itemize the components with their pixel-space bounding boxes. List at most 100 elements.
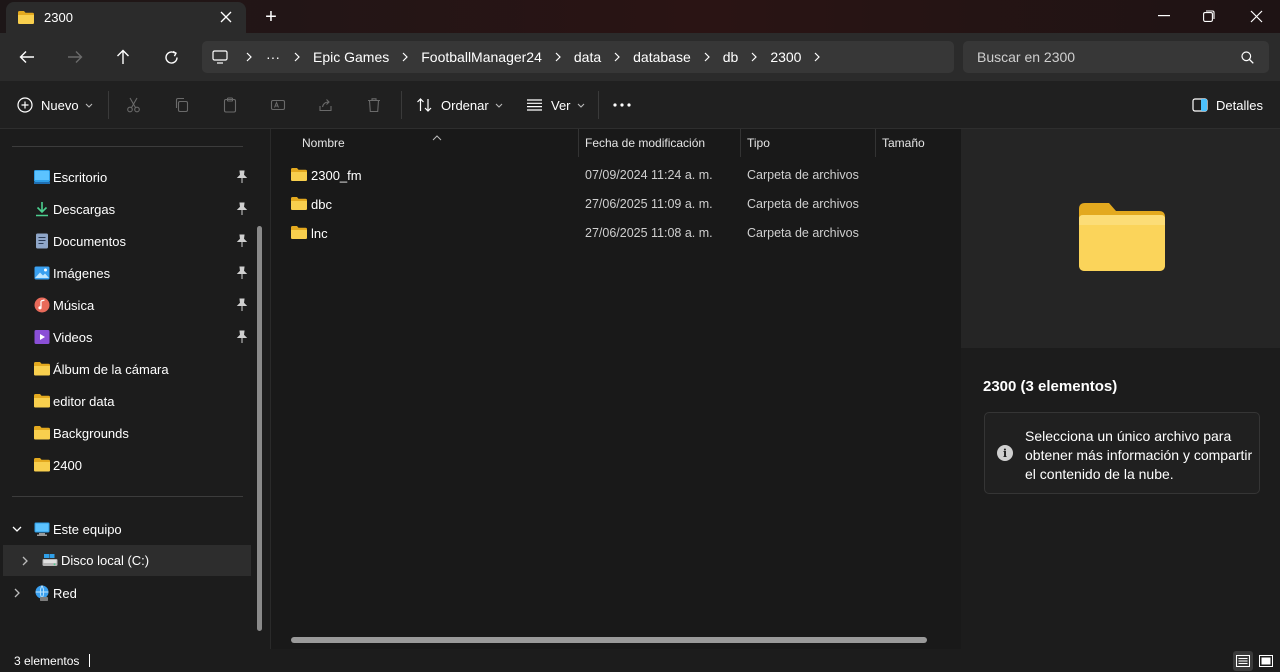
folder-icon bbox=[34, 394, 50, 408]
minimize-button[interactable] bbox=[1141, 0, 1187, 32]
search-icon[interactable] bbox=[1237, 50, 1257, 64]
pin-icon bbox=[236, 234, 248, 247]
sidebar-item-descargas[interactable]: Descargas bbox=[0, 194, 250, 224]
new-tab-button[interactable]: + bbox=[259, 6, 283, 28]
file-type: Carpeta de archivos bbox=[747, 168, 859, 182]
chevron-right-icon[interactable] bbox=[19, 555, 31, 567]
item-count: 3 elementos bbox=[14, 654, 80, 668]
address-bar[interactable]: ··· Epic Games FootballManager24 data da… bbox=[202, 41, 954, 73]
paste-button[interactable] bbox=[222, 93, 238, 117]
copy-button[interactable] bbox=[174, 93, 190, 117]
more-options-button[interactable] bbox=[613, 93, 631, 117]
chevron-down-icon[interactable] bbox=[11, 523, 23, 535]
breadcrumb-overflow[interactable]: ··· bbox=[260, 49, 286, 65]
delete-button[interactable] bbox=[366, 93, 382, 117]
trash-icon bbox=[368, 98, 380, 113]
breadcrumb-data[interactable]: data bbox=[569, 49, 606, 65]
file-type: Carpeta de archivos bbox=[747, 197, 859, 211]
table-row[interactable]: lnc 27/06/2025 11:08 a. m. Carpeta de ar… bbox=[279, 218, 949, 247]
back-button[interactable] bbox=[13, 45, 41, 69]
details-view-icon bbox=[1236, 655, 1250, 667]
column-header-size[interactable]: Tamaño bbox=[882, 129, 925, 157]
sidebar-item-backgrounds[interactable]: Backgrounds bbox=[0, 418, 250, 448]
chevron-right-icon[interactable] bbox=[238, 52, 260, 62]
chevron-right-icon[interactable] bbox=[286, 52, 308, 62]
search-input[interactable]: Buscar en 2300 bbox=[963, 41, 1269, 73]
share-button[interactable] bbox=[318, 93, 334, 117]
clipboard-icon bbox=[223, 97, 237, 113]
sidebar-item-imagenes[interactable]: Imágenes bbox=[0, 258, 250, 288]
breadcrumb-database[interactable]: database bbox=[628, 49, 696, 65]
details-pane-button[interactable]: Detalles bbox=[1192, 93, 1263, 117]
tiles-view-button[interactable] bbox=[1256, 651, 1276, 671]
breadcrumb-footballmanager24[interactable]: FootballManager24 bbox=[416, 49, 547, 65]
column-header-type[interactable]: Tipo bbox=[747, 129, 770, 157]
sidebar-item-label: Este equipo bbox=[53, 521, 122, 537]
sidebar-item-documentos[interactable]: Documentos bbox=[0, 226, 250, 256]
column-divider[interactable] bbox=[740, 129, 741, 157]
details-label: Detalles bbox=[1216, 97, 1263, 113]
sort-button[interactable]: Ordenar bbox=[416, 93, 503, 117]
chevron-down-icon bbox=[85, 103, 92, 108]
divider bbox=[401, 91, 402, 119]
chevron-right-icon[interactable] bbox=[696, 52, 718, 62]
chevron-right-icon[interactable] bbox=[743, 52, 765, 62]
sidebar-item-disco-local[interactable]: Disco local (C:) bbox=[3, 545, 251, 576]
horizontal-scrollbar[interactable] bbox=[291, 637, 927, 643]
monitor-icon[interactable] bbox=[202, 50, 238, 64]
pin-icon bbox=[236, 266, 248, 279]
file-modified: 27/06/2025 11:08 a. m. bbox=[585, 226, 713, 240]
divider bbox=[598, 91, 599, 119]
details-view-button[interactable] bbox=[1233, 651, 1253, 671]
maximize-button[interactable] bbox=[1186, 0, 1232, 32]
view-label: Ver bbox=[551, 97, 571, 113]
arrow-left-icon bbox=[19, 51, 34, 63]
close-window-button[interactable] bbox=[1233, 0, 1279, 32]
minimize-icon bbox=[1158, 15, 1170, 17]
chevron-down-icon bbox=[495, 103, 503, 108]
search-placeholder: Buscar en 2300 bbox=[977, 49, 1076, 65]
sidebar-item-red[interactable]: Red bbox=[0, 578, 250, 608]
sidebar-item-editor-data[interactable]: editor data bbox=[0, 386, 250, 416]
large-folder-icon bbox=[1079, 203, 1165, 271]
column-header-name[interactable]: Nombre bbox=[302, 129, 345, 157]
sidebar-item-videos[interactable]: Videos bbox=[0, 322, 250, 352]
sidebar-item-musica[interactable]: Música bbox=[0, 290, 250, 320]
folder-icon bbox=[18, 11, 34, 24]
network-icon bbox=[35, 585, 49, 601]
chevron-right-icon[interactable] bbox=[394, 52, 416, 62]
sidebar-item-escritorio[interactable]: Escritorio bbox=[0, 162, 250, 192]
new-button[interactable]: Nuevo bbox=[17, 93, 93, 117]
table-row[interactable]: dbc 27/06/2025 11:09 a. m. Carpeta de ar… bbox=[279, 189, 949, 218]
text-cursor bbox=[89, 654, 90, 667]
sidebar-item-album-camara[interactable]: Álbum de la cámara bbox=[0, 354, 250, 384]
breadcrumb-2300[interactable]: 2300 bbox=[765, 49, 806, 65]
breadcrumb-epic-games[interactable]: Epic Games bbox=[308, 49, 394, 65]
chevron-right-icon[interactable] bbox=[11, 587, 23, 599]
forward-button[interactable] bbox=[61, 45, 89, 69]
cut-button[interactable] bbox=[126, 93, 142, 117]
close-icon bbox=[1250, 10, 1262, 22]
refresh-button[interactable] bbox=[157, 45, 185, 69]
view-list-icon bbox=[527, 99, 542, 111]
sidebar-scrollbar[interactable] bbox=[257, 226, 262, 631]
chevron-right-icon[interactable] bbox=[806, 52, 828, 62]
column-divider[interactable] bbox=[578, 129, 579, 157]
sidebar-item-2400[interactable]: 2400 bbox=[0, 450, 250, 480]
column-header-modified[interactable]: Fecha de modificación bbox=[585, 129, 705, 157]
chevron-right-icon[interactable] bbox=[547, 52, 569, 62]
rename-button[interactable] bbox=[270, 93, 286, 117]
up-button[interactable] bbox=[109, 45, 137, 69]
column-divider[interactable] bbox=[875, 129, 876, 157]
music-icon bbox=[34, 297, 50, 313]
desktop-icon bbox=[34, 170, 50, 184]
breadcrumb-db[interactable]: db bbox=[718, 49, 744, 65]
view-button[interactable]: Ver bbox=[526, 93, 585, 117]
chevron-right-icon[interactable] bbox=[606, 52, 628, 62]
sidebar-item-este-equipo[interactable]: Este equipo bbox=[0, 514, 250, 544]
details-pane: 2300 (3 elementos) i Selecciona un único… bbox=[961, 129, 1280, 649]
table-row[interactable]: 2300_fm 07/09/2024 11:24 a. m. Carpeta d… bbox=[279, 160, 949, 189]
close-tab-icon[interactable] bbox=[216, 7, 236, 27]
arrow-right-icon bbox=[68, 51, 83, 63]
tab-2300[interactable]: 2300 bbox=[6, 2, 246, 33]
